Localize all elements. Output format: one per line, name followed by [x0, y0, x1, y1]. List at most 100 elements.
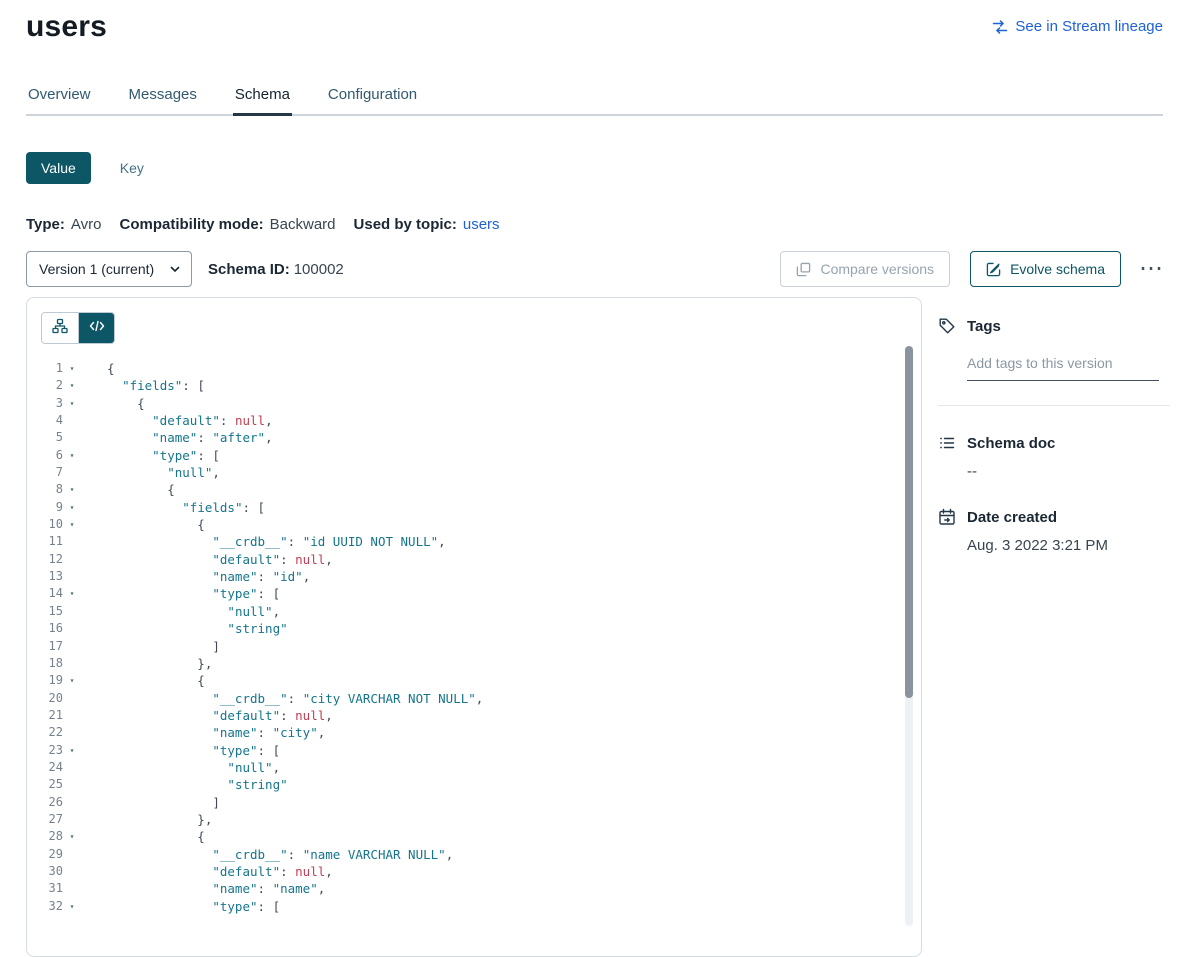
fold-toggle-icon[interactable]: ▾ [63, 360, 81, 377]
line-number: 7 [27, 464, 63, 481]
code-text: "null", [81, 603, 280, 620]
fold-toggle-icon [63, 638, 81, 655]
fold-toggle-icon[interactable]: ▾ [63, 499, 81, 516]
code-line: 27 }, [27, 811, 921, 828]
code-line: 16 "string" [27, 620, 921, 637]
header: users See in Stream lineage [0, 0, 1189, 44]
tab-schema[interactable]: Schema [233, 86, 292, 114]
fold-toggle-icon[interactable]: ▾ [63, 481, 81, 498]
editor-scrollbar [905, 346, 913, 926]
page-title: users [26, 10, 107, 44]
code-text: ] [81, 794, 220, 811]
code-line: 2▾ "fields": [ [27, 377, 921, 394]
calendar-icon [938, 508, 956, 526]
code-line: 25 "string" [27, 776, 921, 793]
code-text: }, [81, 811, 212, 828]
code-line: 24 "null", [27, 759, 921, 776]
code-line: 10▾ { [27, 516, 921, 533]
code-line: 20 "__crdb__": "city VARCHAR NOT NULL", [27, 690, 921, 707]
line-number: 31 [27, 880, 63, 897]
schema-page: users See in Stream lineage Overview Mess… [0, 0, 1189, 957]
fold-toggle-icon[interactable]: ▾ [63, 742, 81, 759]
schema-toolbar: Version 1 (current) Schema ID:100002 Com… [26, 251, 1163, 287]
fold-toggle-icon[interactable]: ▾ [63, 516, 81, 533]
stream-lineage-link[interactable]: See in Stream lineage [992, 18, 1163, 35]
code-line: 22 "name": "city", [27, 724, 921, 741]
line-number: 15 [27, 603, 63, 620]
topic-link[interactable]: users [463, 216, 500, 233]
details-sidebar: Tags [938, 297, 1170, 554]
line-number: 27 [27, 811, 63, 828]
fold-toggle-icon[interactable]: ▾ [63, 585, 81, 602]
line-number: 9 [27, 499, 63, 516]
code-line: 31 "name": "name", [27, 880, 921, 897]
schema-meta: Type: Avro Compatibility mode: Backward … [26, 216, 1163, 233]
date-created-section: Date created Aug. 3 2022 3:21 PM [938, 508, 1170, 554]
code-line: 11 "__crdb__": "id UUID NOT NULL", [27, 533, 921, 550]
schema-doc-title: Schema doc [967, 435, 1055, 452]
fold-toggle-icon [63, 568, 81, 585]
line-number: 12 [27, 551, 63, 568]
code-line: 3▾ { [27, 395, 921, 412]
code-line: 30 "default": null, [27, 863, 921, 880]
more-options-button[interactable]: ⋯ [1139, 262, 1163, 276]
version-select[interactable]: Version 1 (current) [26, 251, 192, 287]
code-text: "name": "after", [81, 429, 273, 446]
code-text: "type": [ [81, 447, 220, 464]
code-text: "type": [ [81, 898, 280, 915]
value-key-toggle: Value Key [26, 152, 1163, 184]
fold-toggle-icon[interactable]: ▾ [63, 898, 81, 915]
key-toggle-button[interactable]: Key [105, 152, 159, 184]
line-number: 28 [27, 828, 63, 845]
tab-configuration[interactable]: Configuration [326, 86, 419, 114]
compare-versions-label: Compare versions [820, 260, 934, 278]
line-number: 20 [27, 690, 63, 707]
compatibility-mode-value: Backward [270, 216, 336, 233]
fold-toggle-icon[interactable]: ▾ [63, 377, 81, 394]
code-text: "default": null, [81, 551, 333, 568]
value-toggle-button[interactable]: Value [26, 152, 91, 184]
line-number: 4 [27, 412, 63, 429]
fold-toggle-icon[interactable]: ▾ [63, 828, 81, 845]
fold-toggle-icon[interactable]: ▾ [63, 672, 81, 689]
code-text: "name": "id", [81, 568, 310, 585]
code-view-icon [89, 318, 105, 339]
stream-lineage-icon [992, 19, 1008, 35]
type-label: Type: [26, 216, 65, 233]
code-line: 15 "null", [27, 603, 921, 620]
fold-toggle-icon [63, 759, 81, 776]
line-number: 11 [27, 533, 63, 550]
code-line: 23▾ "type": [ [27, 742, 921, 759]
scrollbar-thumb[interactable] [905, 346, 913, 698]
fold-toggle-icon [63, 551, 81, 568]
tags-section-header: Tags [938, 317, 1170, 335]
fold-toggle-icon[interactable]: ▾ [63, 447, 81, 464]
fold-toggle-icon [63, 846, 81, 863]
line-number: 21 [27, 707, 63, 724]
code-line: 7 "null", [27, 464, 921, 481]
evolve-schema-button[interactable]: Evolve schema [970, 251, 1121, 287]
fold-toggle-icon [63, 707, 81, 724]
code-line: 19▾ { [27, 672, 921, 689]
schema-id-value: 100002 [294, 261, 344, 278]
code-editor: 1▾{2▾ "fields": [3▾ {4 "default": null,5… [27, 360, 921, 915]
compare-versions-button[interactable]: Compare versions [780, 251, 950, 287]
line-number: 3 [27, 395, 63, 412]
tree-view-button[interactable] [42, 313, 78, 343]
code-text: { [81, 481, 175, 498]
add-tags-input[interactable] [967, 351, 1159, 381]
tab-overview[interactable]: Overview [26, 86, 93, 114]
code-line: 5 "name": "after", [27, 429, 921, 446]
line-number: 19 [27, 672, 63, 689]
evolve-schema-label: Evolve schema [1010, 260, 1105, 278]
tab-messages[interactable]: Messages [127, 86, 199, 114]
code-line: 6▾ "type": [ [27, 447, 921, 464]
code-view-button[interactable] [78, 313, 114, 343]
fold-toggle-icon[interactable]: ▾ [63, 395, 81, 412]
code-line: 29 "__crdb__": "name VARCHAR NULL", [27, 846, 921, 863]
code-line: 13 "name": "id", [27, 568, 921, 585]
fold-toggle-icon [63, 412, 81, 429]
line-number: 5 [27, 429, 63, 446]
code-text: "type": [ [81, 742, 280, 759]
fold-toggle-icon [63, 603, 81, 620]
